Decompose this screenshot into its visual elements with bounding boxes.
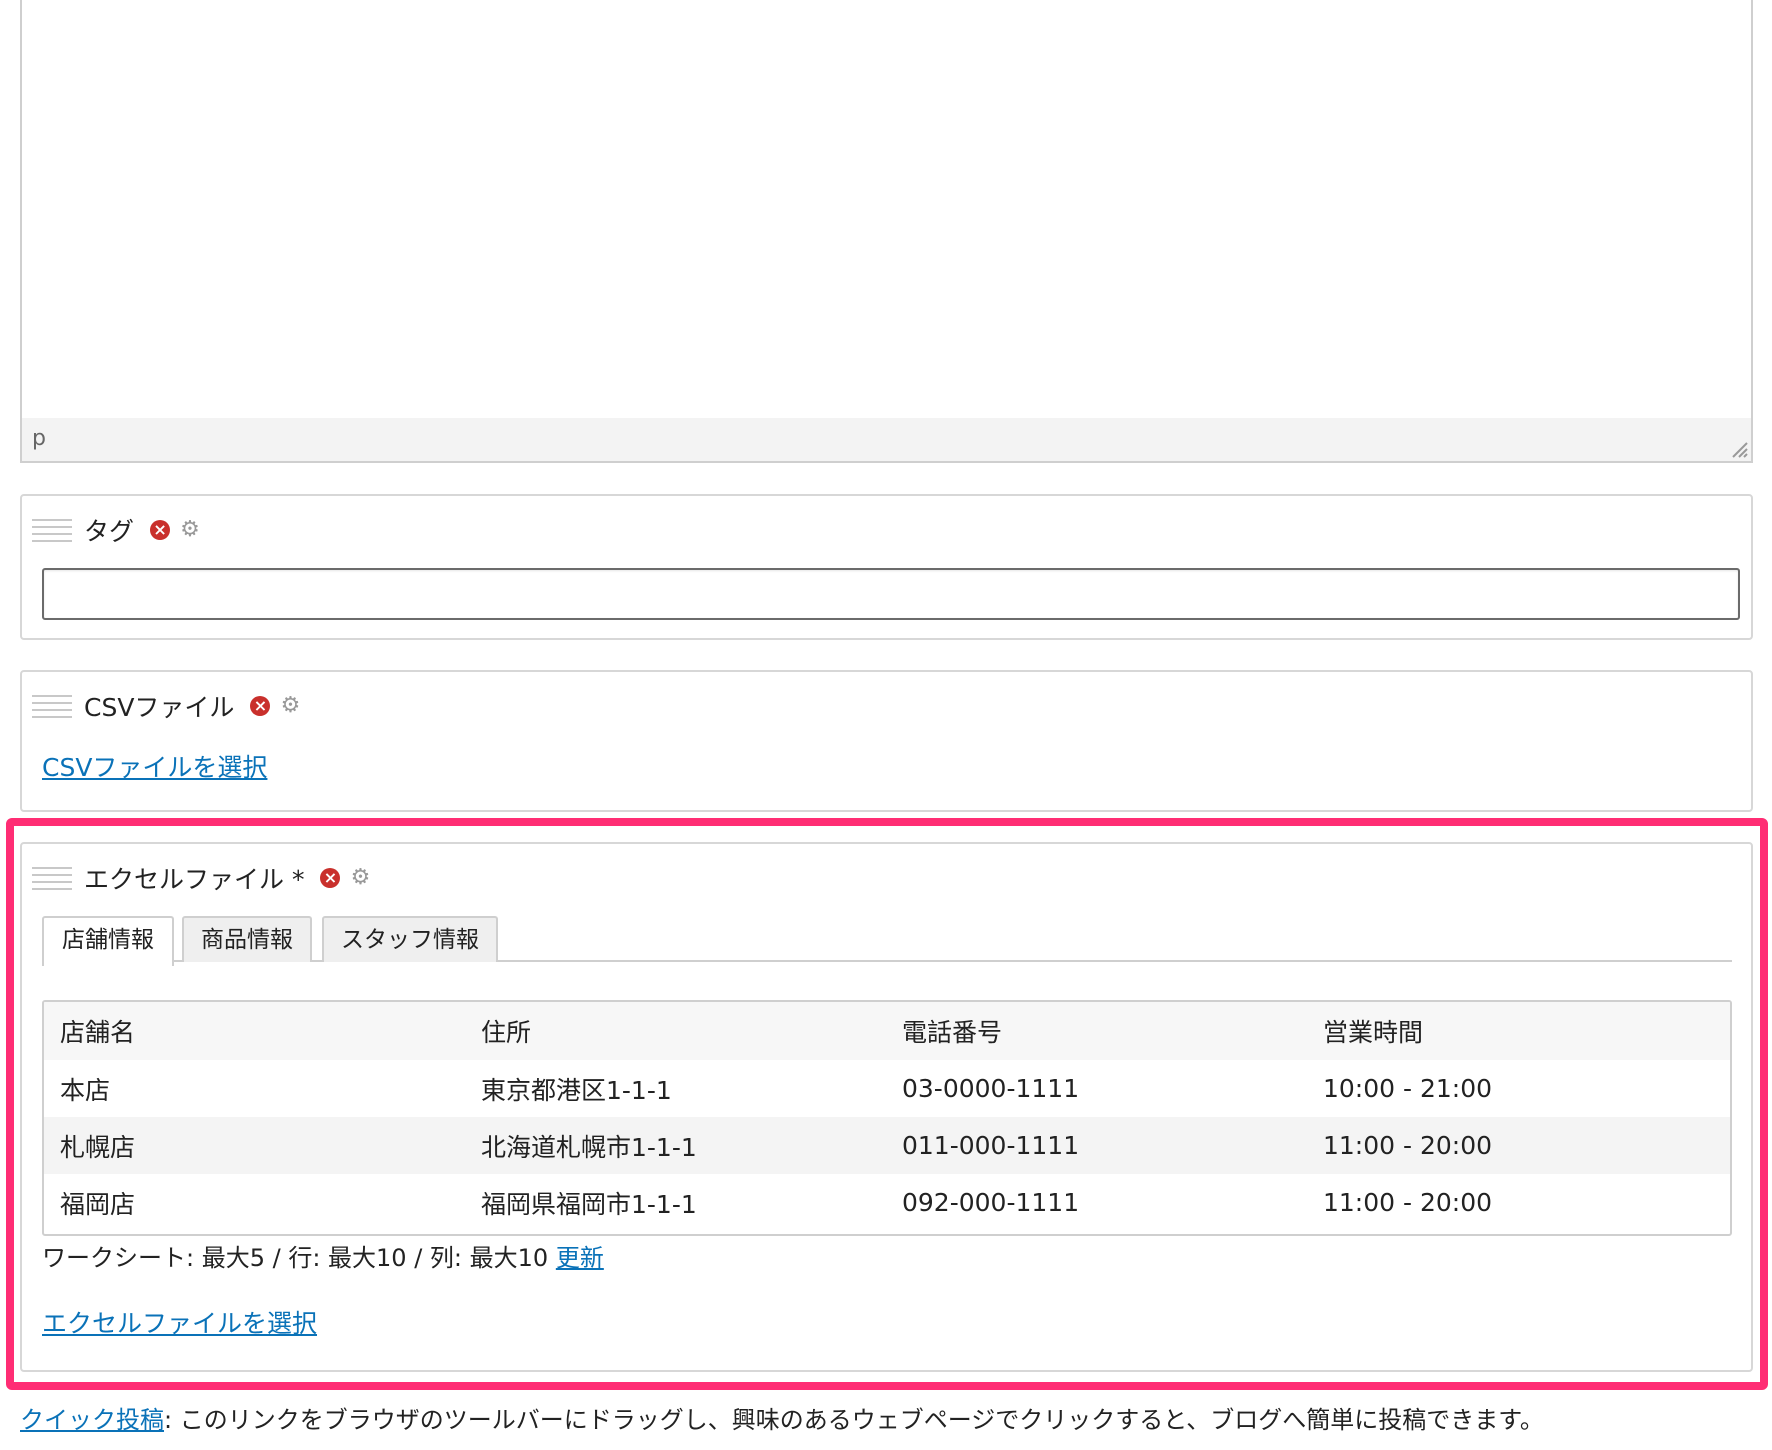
table-cell: 福岡店 (60, 1189, 136, 1219)
tags-field: タグ × ⚙ (20, 494, 1753, 640)
drag-handle-icon[interactable] (32, 514, 72, 546)
table-header-row: 店舗名 住所 電話番号 営業時間 (44, 1002, 1730, 1060)
field-title: CSVファイル (84, 693, 235, 722)
select-csv-link[interactable]: CSVファイルを選択 (42, 748, 267, 784)
editor-content-area[interactable] (22, 0, 1751, 420)
drag-handle-icon[interactable] (32, 862, 72, 894)
gear-icon[interactable]: ⚙ (350, 867, 371, 889)
remove-icon[interactable]: × (150, 520, 171, 540)
table-row: 福岡店 福岡県福岡市1-1-1 092-000-1111 11:00 - 20:… (44, 1174, 1730, 1231)
table-cell: 092-000-1111 (902, 1188, 1080, 1217)
field-title: エクセルファイル * (84, 865, 305, 894)
drag-handle-icon[interactable] (32, 690, 72, 722)
quick-post-hint: クイック投稿: このリンクをブラウザのツールバーにドラッグし、興味のあるウェブペ… (20, 1400, 1544, 1435)
table-cell: 03-0000-1111 (902, 1074, 1080, 1103)
column-header: 営業時間 (1323, 1018, 1424, 1047)
tab-store-info[interactable]: 店舗情報 (42, 916, 174, 966)
table-cell: 北海道札幌市1-1-1 (481, 1132, 697, 1162)
quick-post-link[interactable]: クイック投稿 (20, 1406, 164, 1434)
column-header: 住所 (481, 1018, 532, 1047)
quick-post-description: : このリンクをブラウザのツールバーにドラッグし、興味のあるウェブページでクリッ… (164, 1406, 1544, 1434)
table-row: 本店 東京都港区1-1-1 03-0000-1111 10:00 - 21:00 (44, 1060, 1730, 1117)
table-cell: 本店 (60, 1075, 111, 1105)
remove-icon[interactable]: × (320, 868, 341, 888)
field-header: エクセルファイル * × ⚙ (32, 858, 370, 898)
table-cell: 福岡県福岡市1-1-1 (481, 1189, 697, 1219)
csv-field: CSVファイル × ⚙ CSVファイルを選択 (20, 670, 1753, 812)
table-row: 札幌店 北海道札幌市1-1-1 011-000-1111 11:00 - 20:… (44, 1117, 1730, 1174)
select-excel-link[interactable]: エクセルファイルを選択 (42, 1304, 317, 1340)
table-cell: 011-000-1111 (902, 1131, 1080, 1160)
editor-path-label: p (32, 426, 46, 451)
tab-product-info[interactable]: 商品情報 (182, 916, 312, 962)
table-cell: 札幌店 (60, 1132, 136, 1162)
tags-input[interactable] (42, 568, 1740, 620)
excel-data-table: 店舗名 住所 電話番号 営業時間 本店 東京都港区1-1-1 03-0000-1… (42, 1000, 1732, 1236)
field-title: タグ (84, 517, 135, 546)
field-header: タグ × ⚙ (32, 510, 200, 550)
table-cell: 東京都港区1-1-1 (481, 1075, 672, 1105)
tab-staff-info[interactable]: スタッフ情報 (322, 916, 498, 962)
remove-icon[interactable]: × (250, 696, 271, 716)
field-header: CSVファイル × ⚙ (32, 686, 300, 726)
table-cell: 11:00 - 20:00 (1323, 1131, 1493, 1160)
table-cell: 11:00 - 20:00 (1323, 1188, 1493, 1217)
table-cell: 10:00 - 21:00 (1323, 1074, 1493, 1103)
editor-status-bar: p (22, 418, 1751, 461)
gear-icon[interactable]: ⚙ (180, 519, 200, 541)
column-header: 電話番号 (902, 1018, 1003, 1047)
limits-text: ワークシート: 最大5 / 行: 最大10 / 列: 最大10 (42, 1244, 549, 1272)
rich-text-editor[interactable]: p (20, 0, 1753, 463)
update-link[interactable]: 更新 (556, 1244, 604, 1272)
column-header: 店舗名 (60, 1018, 136, 1047)
limits-info: ワークシート: 最大5 / 行: 最大10 / 列: 最大10 更新 (42, 1238, 604, 1273)
resize-handle-icon[interactable] (1727, 437, 1749, 459)
gear-icon[interactable]: ⚙ (280, 695, 301, 717)
